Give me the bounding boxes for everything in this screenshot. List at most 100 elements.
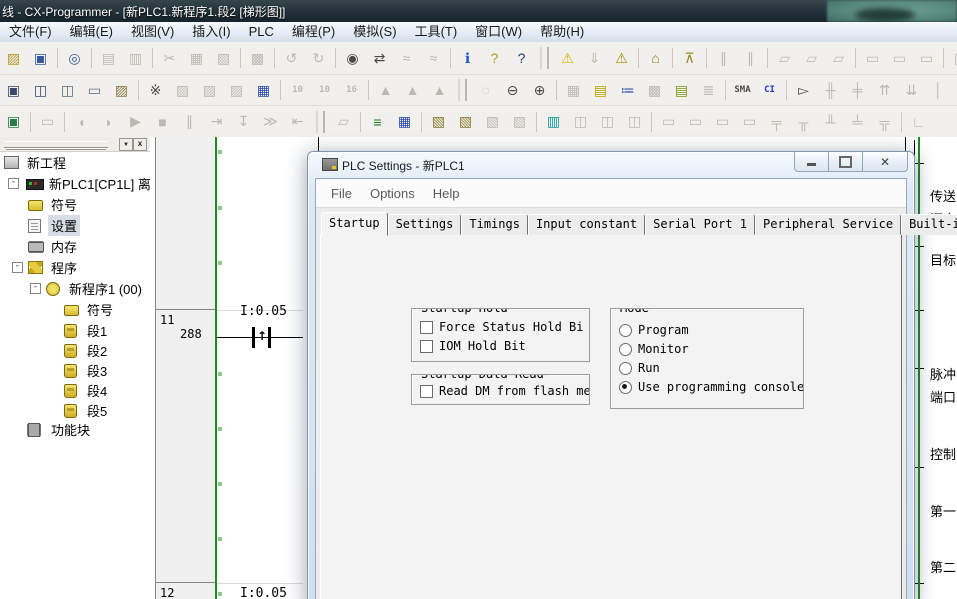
menu-item-1[interactable]: 文件(F) <box>0 22 61 42</box>
symbol-bar-button[interactable]: ▤ <box>588 78 613 103</box>
minimize-button[interactable] <box>794 152 829 172</box>
tree-item-功能块[interactable]: 功能块 <box>28 420 93 439</box>
tab-timings[interactable]: Timings <box>461 214 528 235</box>
online-edit-button[interactable]: ▧ <box>426 109 451 134</box>
replace-button[interactable]: ⇄ <box>367 46 392 71</box>
checkbox-force-status-hold-bi[interactable]: Force Status Hold Bi <box>420 320 584 334</box>
view-section-button[interactable]: ▭ <box>82 78 107 103</box>
checkbox-box[interactable] <box>420 321 433 334</box>
rung-comment-button[interactable]: ▤ <box>669 78 694 103</box>
maximize-button[interactable] <box>829 152 863 172</box>
view-mnemonic-button[interactable]: ◫ <box>28 78 53 103</box>
plc-settings-dialog[interactable]: PLC Settings - 新PLC1 ✕ FileOptionsHelp S… <box>307 151 915 599</box>
menu-item-10[interactable]: 帮助(H) <box>531 22 593 42</box>
tree-item-新PLC1[CP1L] 离线[interactable]: 新PLC1[CP1L] 离线 <box>26 174 167 193</box>
dialog-menu-help[interactable]: Help <box>424 186 469 201</box>
sma-button[interactable]: SMA <box>730 78 755 103</box>
open-button[interactable]: ▨ <box>1 46 26 71</box>
checkbox-box[interactable] <box>420 385 433 398</box>
contact-operand-label[interactable]: I:0.05 <box>240 304 287 319</box>
tree-item-段2[interactable]: 段2 <box>64 341 110 360</box>
tab-settings[interactable]: Settings <box>388 214 462 235</box>
menu-item-5[interactable]: PLC <box>240 22 283 42</box>
io-table-button[interactable]: ▦ <box>251 78 276 103</box>
menu-item-2[interactable]: 编辑(E) <box>61 22 122 42</box>
tab-peripheral-service[interactable]: Peripheral Service <box>755 214 901 235</box>
radio-monitor[interactable]: Monitor <box>619 342 689 356</box>
close-button[interactable]: ✕ <box>863 152 908 172</box>
view-symbols-button[interactable]: ◫ <box>55 78 80 103</box>
tree-collapse-toggle[interactable]: - <box>30 283 41 294</box>
cross-reference-button[interactable]: ※ <box>143 78 168 103</box>
tab-input-constant[interactable]: Input constant <box>528 214 645 235</box>
menu-item-9[interactable]: 窗口(W) <box>466 22 531 42</box>
radio-button[interactable] <box>619 362 632 375</box>
save-button[interactable]: ▣ <box>28 46 53 71</box>
menu-item-6[interactable]: 编程(P) <box>283 22 344 42</box>
panel-dropdown-button[interactable]: ▼ <box>119 138 133 151</box>
plc-clock-button[interactable]: ▣ <box>1 109 26 134</box>
tree-item-符号[interactable]: 符号 <box>64 300 116 319</box>
tree-item-新程序1 (00)[interactable]: 新程序1 (00) <box>46 279 145 298</box>
rung-list-button[interactable]: ≔ <box>615 78 640 103</box>
tree-item-段4[interactable]: 段4 <box>64 381 110 400</box>
tab-startup[interactable]: Startup <box>321 212 388 236</box>
work-online-button[interactable]: ⚠ <box>555 46 580 71</box>
rising-edge-arrow-icon[interactable]: ↑ <box>257 329 267 343</box>
rung-margin-cell[interactable] <box>156 137 215 310</box>
radio-run[interactable]: Run <box>619 361 660 375</box>
time-chart-button[interactable]: ▦ <box>392 109 417 134</box>
menu-item-7[interactable]: 模拟(S) <box>344 22 405 42</box>
radio-button[interactable] <box>619 381 632 394</box>
tree-item-段3[interactable]: 段3 <box>64 361 110 380</box>
window-titlebar[interactable]: 线 - CX-Programmer - [新PLC1.新程序1.段2 [梯形图]… <box>0 0 957 22</box>
panel-drag-grip[interactable] <box>4 141 108 148</box>
about-button[interactable]: ℹ <box>455 46 480 71</box>
toolbar-grip[interactable] <box>458 79 467 101</box>
tree-item-新工程[interactable]: 新工程 <box>4 153 69 172</box>
radio-program[interactable]: Program <box>619 323 689 337</box>
panel-close-button[interactable]: x <box>133 138 147 151</box>
properties-button[interactable]: ▨ <box>109 78 134 103</box>
tree-item-段5[interactable]: 段5 <box>64 401 110 420</box>
tree-item-设置[interactable]: 设置 <box>28 216 80 235</box>
checkbox-read-dm-from-flash-memor[interactable]: Read DM from flash memor <box>420 384 590 398</box>
device-change-button[interactable]: ⌂ <box>643 46 668 71</box>
view-diagram-button[interactable]: ▣ <box>1 78 26 103</box>
checkbox-box[interactable] <box>420 340 433 353</box>
tree-item-程序[interactable]: 程序 <box>28 258 80 277</box>
rung-margin-cell[interactable] <box>156 310 215 583</box>
tab-built-in-i[interactable]: Built-in I <box>901 214 957 235</box>
toolbar-grip[interactable] <box>316 111 325 133</box>
radio-use-programming-console-run[interactable]: Use programming console(Run <box>619 380 804 394</box>
online-find-button[interactable]: ⚠ <box>609 46 634 71</box>
find-button[interactable]: ◉ <box>340 46 365 71</box>
menu-item-3[interactable]: 视图(V) <box>122 22 183 42</box>
tree-item-符号[interactable]: 符号 <box>28 195 80 214</box>
tree-collapse-toggle[interactable]: - <box>8 178 19 189</box>
radio-button[interactable] <box>619 324 632 337</box>
transfer-to-plc-button[interactable]: ⊼ <box>677 46 702 71</box>
tree-item-段1[interactable]: 段1 <box>64 321 110 340</box>
context-help-button[interactable]: ? <box>509 46 534 71</box>
io-columns-button[interactable]: ▥ <box>541 109 566 134</box>
tab-serial-port-1[interactable]: Serial Port 1 <box>645 214 755 235</box>
menu-item-4[interactable]: 插入(I) <box>183 22 239 42</box>
dialog-menu-file[interactable]: File <box>322 186 361 201</box>
radio-button[interactable] <box>619 343 632 356</box>
tree-collapse-toggle[interactable]: - <box>12 262 23 273</box>
ci-button[interactable]: CI <box>757 78 782 103</box>
checkbox-iom-hold-bit[interactable]: IOM Hold Bit <box>420 339 526 353</box>
find-in-project-button[interactable]: ◎ <box>62 46 87 71</box>
toolbar-grip[interactable] <box>540 47 549 69</box>
zoom-in-button[interactable]: ⊕ <box>527 78 552 103</box>
contact-operand-label[interactable]: I:0.05 <box>240 586 287 599</box>
dialog-menu-options[interactable]: Options <box>361 186 424 201</box>
help-button[interactable]: ? <box>482 46 507 71</box>
select-mode-button[interactable]: ▻ <box>791 78 816 103</box>
differential-monitor-button[interactable]: ≡ <box>365 109 390 134</box>
zoom-out-button[interactable]: ⊖ <box>500 78 525 103</box>
send-changes-button[interactable]: ▧ <box>453 109 478 134</box>
tree-item-内存[interactable]: 内存 <box>28 237 80 256</box>
menu-item-8[interactable]: 工具(T) <box>406 22 467 42</box>
